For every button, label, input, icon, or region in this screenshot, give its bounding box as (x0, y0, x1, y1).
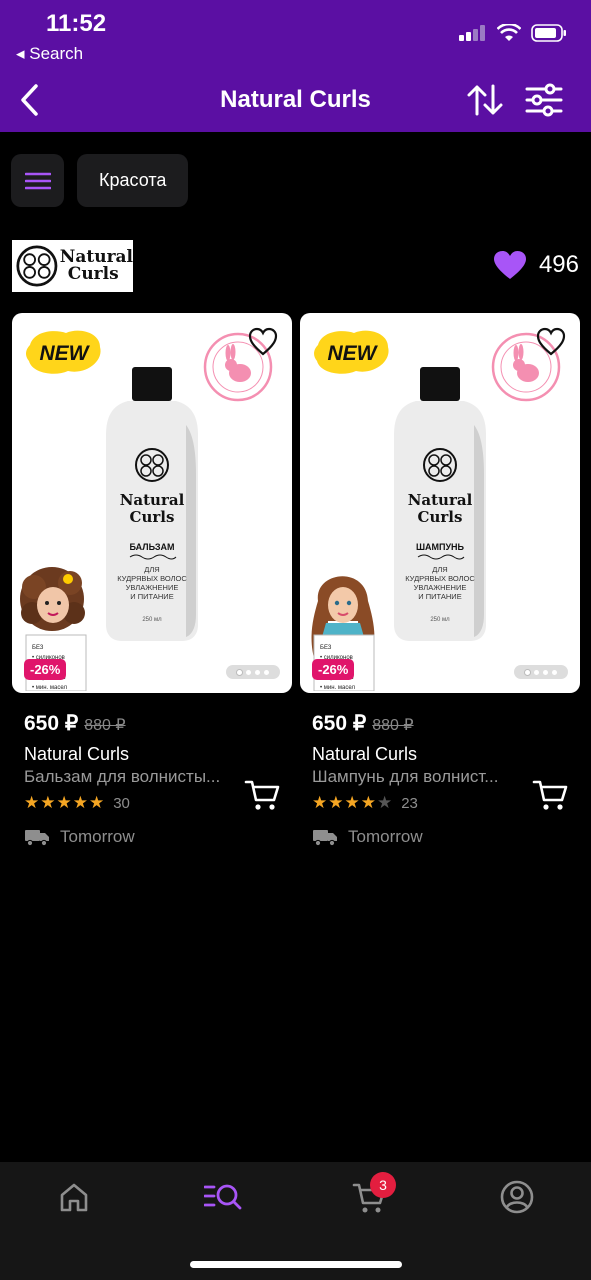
svg-text:Natural: Natural (120, 491, 185, 509)
home-tab-icon[interactable] (57, 1180, 91, 1214)
svg-text:NEW: NEW (40, 342, 91, 365)
product-image[interactable]: NEW Natural Curls ШАМПУНЬ ДЛЯ КУДРЯВЫХ В… (300, 313, 580, 693)
navigation-bar: Natural Curls (0, 70, 591, 132)
brand-logo-text: Natural Curls (60, 249, 133, 283)
svg-text:КУДРЯВЫХ ВОЛОС: КУДРЯВЫХ ВОЛОС (117, 574, 187, 583)
svg-text:БЕЗ: БЕЗ (32, 645, 44, 651)
hamburger-icon (24, 172, 51, 189)
product-name: Шампунь для волнист... (312, 767, 499, 786)
delivery-info: Tomorrow (24, 827, 292, 847)
home-indicator (190, 1261, 402, 1268)
status-time: 11:52 (46, 10, 107, 37)
svg-text:Curls: Curls (418, 508, 463, 526)
image-carousel-dots (514, 665, 568, 679)
product-name: Бальзам для волнисты... (24, 767, 221, 786)
svg-text:КУДРЯВЫХ ВОЛОС: КУДРЯВЫХ ВОЛОС (405, 574, 475, 583)
categories-menu-button[interactable] (11, 154, 64, 207)
product-bottle: Natural Curls БАЛЬЗАМ ДЛЯ КУДРЯВЫХ ВОЛОС… (106, 367, 198, 641)
discount-badge: -26% (312, 659, 355, 680)
status-bar: 11:52 ◂ Search (0, 0, 591, 70)
product-image[interactable]: NEW Natural Curls БАЛЬЗАМ ДЛЯ КУДРЯВЫХ В… (12, 313, 292, 693)
rating-stars: ★★★★★ (24, 793, 106, 812)
svg-text:• мин. масел: • мин. масел (320, 685, 355, 691)
svg-text:Curls: Curls (130, 508, 175, 526)
review-count: 30 (113, 794, 130, 812)
delivery-info: Tomorrow (312, 827, 580, 847)
favorites-count: 496 (538, 251, 579, 278)
product-brand: Natural Curls (24, 744, 130, 764)
favorite-heart-icon[interactable] (248, 327, 278, 357)
add-to-cart-icon[interactable] (244, 779, 280, 811)
sort-icon[interactable] (466, 82, 504, 118)
filter-icon[interactable] (524, 82, 564, 118)
new-badge: NEW (26, 330, 101, 374)
profile-tab-icon[interactable] (500, 1180, 534, 1214)
discount-badge: -26% (24, 659, 67, 680)
product-brand: Natural Curls (312, 744, 418, 764)
heart-filled-icon (493, 251, 526, 279)
battery-icon (531, 24, 566, 42)
add-to-cart-icon[interactable] (532, 779, 568, 811)
favorite-heart-icon[interactable] (536, 327, 566, 357)
svg-text:УВЛАЖНЕНИЕ: УВЛАЖНЕНИЕ (414, 583, 467, 592)
category-chip[interactable]: Красота (77, 154, 189, 207)
logo-line-2: Curls (67, 264, 119, 284)
cart-badge: 3 (370, 1172, 396, 1198)
product-card[interactable]: NEW Natural Curls БАЛЬЗАМ ДЛЯ КУДРЯВЫХ В… (12, 313, 292, 847)
svg-text:ШАМПУНЬ: ШАМПУНЬ (416, 542, 465, 552)
truck-icon (313, 830, 337, 846)
svg-text:УВЛАЖНЕНИЕ: УВЛАЖНЕНИЕ (126, 583, 179, 592)
svg-text:БЕЗ: БЕЗ (320, 645, 332, 651)
old-price: 880 ₽ (84, 717, 126, 734)
current-price: 650 ₽ (312, 712, 367, 735)
svg-text:250 мл: 250 мл (142, 617, 162, 623)
svg-text:Natural: Natural (408, 491, 473, 509)
svg-text:ДЛЯ: ДЛЯ (432, 565, 447, 574)
back-to-search-link[interactable]: ◂ Search (16, 44, 83, 64)
product-card[interactable]: NEW Natural Curls ШАМПУНЬ ДЛЯ КУДРЯВЫХ В… (300, 313, 580, 847)
new-badge: NEW (314, 330, 389, 374)
svg-text:250 мл: 250 мл (430, 617, 450, 623)
price-row: 650 ₽ 880 ₽ (312, 711, 580, 736)
wifi-icon (497, 24, 521, 41)
truck-icon (25, 830, 49, 846)
delivery-text: Tomorrow (60, 827, 135, 846)
delivery-text: Tomorrow (348, 827, 423, 846)
old-price: 880 ₽ (372, 717, 414, 734)
brand-swirl-icon (16, 245, 58, 287)
brand-logo[interactable]: Natural Curls (12, 240, 133, 292)
svg-text:И ПИТАНИЕ: И ПИТАНИЕ (130, 592, 173, 601)
signal-icon (459, 25, 485, 41)
svg-text:ДЛЯ: ДЛЯ (144, 565, 159, 574)
rating-stars: ★★★★★ (312, 793, 394, 812)
price-row: 650 ₽ 880 ₽ (24, 711, 292, 736)
review-count: 23 (401, 794, 418, 812)
brand-favorites[interactable]: 496 (493, 250, 579, 280)
svg-text:NEW: NEW (328, 342, 379, 365)
image-carousel-dots (226, 665, 280, 679)
svg-text:БАЛЬЗАМ: БАЛЬЗАМ (130, 542, 175, 552)
svg-text:И ПИТАНИЕ: И ПИТАНИЕ (418, 592, 461, 601)
svg-text:• мин. масел: • мин. масел (32, 685, 67, 691)
status-icons (459, 24, 567, 42)
product-bottle: Natural Curls ШАМПУНЬ ДЛЯ КУДРЯВЫХ ВОЛОС… (394, 367, 486, 641)
catalog-search-tab-icon[interactable] (204, 1180, 242, 1214)
current-price: 650 ₽ (24, 712, 79, 735)
